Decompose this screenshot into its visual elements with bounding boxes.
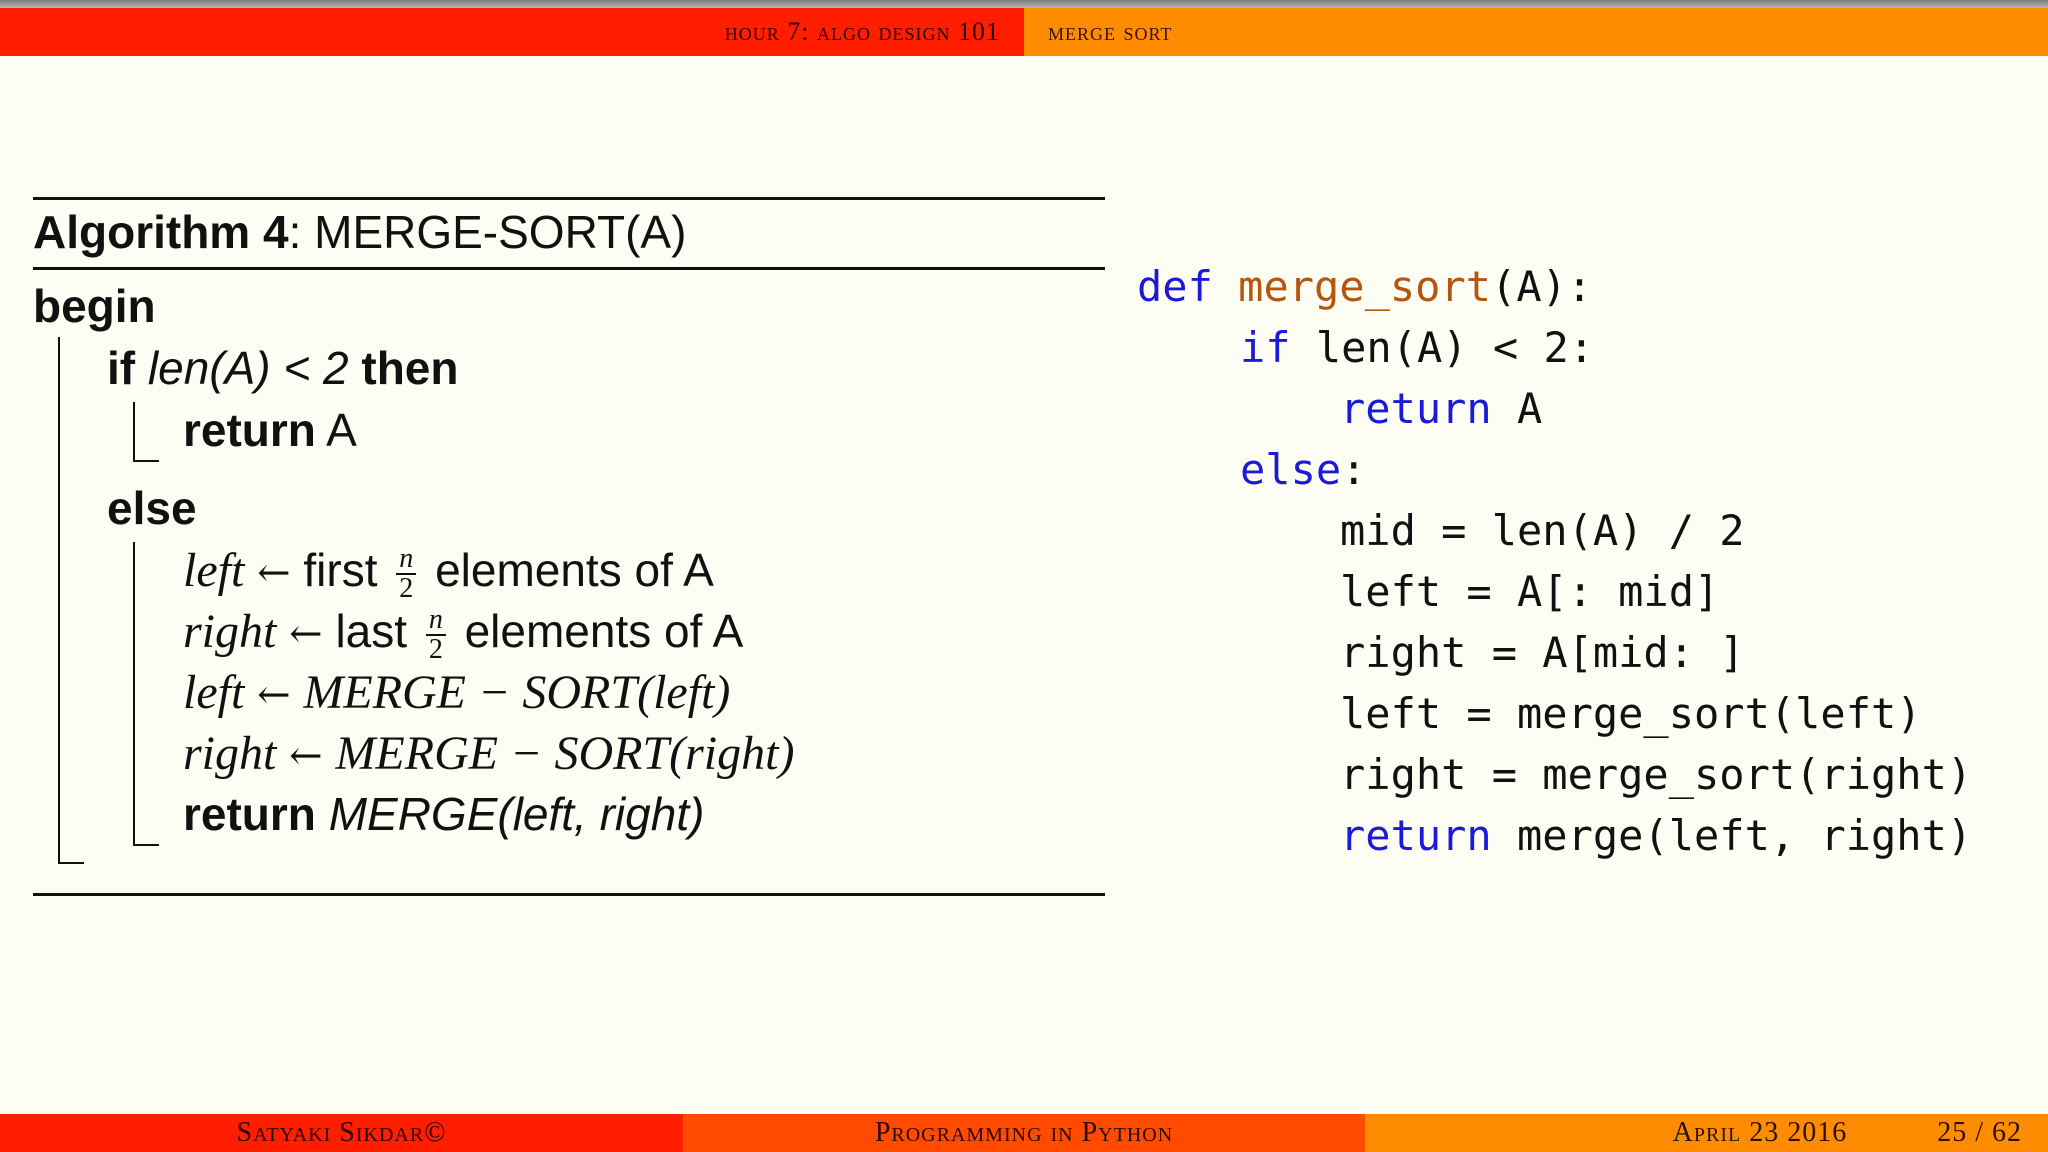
n-over-2-fraction: n2 [425,605,446,664]
title-rule [33,267,1105,270]
algorithm-box: Algorithm 4: MERGE-SORT(A) begin if len(… [33,197,1105,897]
algorithm-name: : MERGE-SORT(A) [288,206,687,258]
merge-sort-call: MERGE − SORT [335,727,670,780]
last-text: last [335,605,408,657]
code-line-5: mid = len(A) / 2 [1340,506,1745,555]
elements-of-text: elements of A [464,605,744,657]
top-rule [33,197,1105,200]
elements-of-text: elements of A [435,544,714,596]
right-assign-line: right ← last n2 elements of A [183,604,743,664]
algorithm-title: Algorithm 4: MERGE-SORT(A) [33,205,686,259]
then-block-bar [133,402,135,460]
footer-course: Programming in Python [683,1114,1365,1152]
assign-arrow-icon: ← [289,733,323,779]
code-line-8: left = merge_sort(left) [1340,689,1922,738]
then-keyword: then [361,342,459,394]
merge-call: MERGE(left, right) [328,788,705,840]
code-line-7: right = A[mid: ] [1340,628,1745,677]
left-var: left [183,666,245,719]
first-text: first [303,544,378,596]
if-keyword: if [107,342,136,394]
return-keyword: return [183,404,316,456]
assign-arrow-icon: ← [289,611,323,657]
footer-date: April 23 2016 [1672,1117,1848,1148]
code-line-6: left = A[: mid] [1340,567,1720,616]
header-subsection[interactable]: merge sort [1024,8,2048,56]
window-top-shade [0,0,2048,8]
right-argument: (right) [669,727,795,780]
return-keyword: return [183,788,316,840]
begin-block-bar [58,337,60,862]
code-line-10: return merge(left, right) [1340,811,1973,860]
footer-date-page: April 23 2016 25 / 62 [1365,1114,2048,1152]
n-over-2-fraction: n2 [396,544,417,603]
else-block-bar [133,542,135,844]
code-line-4: else: [1240,445,1367,494]
assign-arrow-icon: ← [257,550,291,596]
code-line-9: right = merge_sort(right) [1340,750,1973,799]
code-line-3: return A [1340,384,1543,433]
right-recursive-line: right ← MERGE − SORT(right) [183,726,794,781]
return-a-line: return A [183,403,357,457]
right-var: right [183,605,277,658]
assign-arrow-icon: ← [257,672,291,718]
if-line: if len(A) < 2 then [107,341,459,395]
right-var: right [183,727,277,780]
footer-page-number: 25 / 62 [1937,1117,2022,1148]
algorithm-label: Algorithm 4 [33,206,289,258]
header-section[interactable]: hour 7: algo design 101 [0,8,1024,56]
slide-footer: Satyaki Sikdar© Programming in Python Ap… [0,1114,2048,1152]
return-value: A [326,404,357,456]
left-assign-line: left ← first n2 elements of A [183,543,714,603]
return-merge-line: return MERGE(left, right) [183,787,704,841]
then-block-foot [133,460,159,462]
left-var: left [183,544,245,597]
begin-keyword: begin [33,280,156,332]
begin-block-foot [58,862,84,864]
left-argument: (left) [637,666,731,719]
bottom-rule [33,893,1105,896]
code-line-2: if len(A) < 2: [1240,323,1595,372]
left-recursive-line: left ← MERGE − SORT(left) [183,665,730,720]
slide-header: hour 7: algo design 101 merge sort [0,8,2048,56]
merge-sort-call: MERGE − SORT [303,666,638,719]
footer-author: Satyaki Sikdar© [0,1114,683,1152]
code-line-1: def merge_sort(A): [1137,262,1593,311]
else-keyword: else [107,482,197,534]
else-block-foot [133,844,159,846]
if-condition: len(A) < 2 [147,342,349,394]
